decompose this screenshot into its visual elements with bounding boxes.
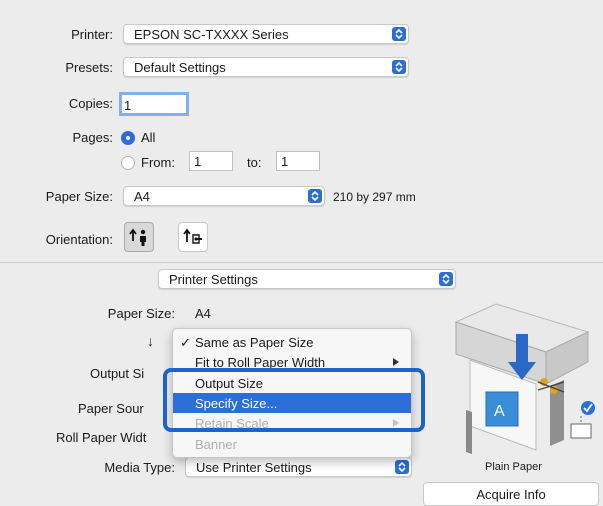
printer-value: EPSON SC-TXXXX Series bbox=[134, 27, 289, 42]
chevron-updown-icon bbox=[395, 460, 409, 474]
chevron-updown-icon bbox=[439, 272, 453, 286]
pages-from-field[interactable]: 1 bbox=[189, 151, 233, 171]
presets-value: Default Settings bbox=[134, 60, 226, 75]
copies-field[interactable]: 1 bbox=[119, 92, 189, 116]
presets-popup[interactable]: Default Settings bbox=[123, 57, 409, 77]
presets-label: Presets: bbox=[65, 60, 113, 75]
down-arrow-icon: ↓ bbox=[147, 333, 154, 349]
menu-item-label: Banner bbox=[195, 437, 237, 452]
portrait-orientation-button[interactable] bbox=[124, 222, 154, 252]
pages-all-radio[interactable] bbox=[121, 131, 135, 145]
pages-from-label: From: bbox=[141, 155, 175, 170]
section-divider bbox=[0, 262, 603, 263]
paper-size-popup[interactable]: A4 bbox=[123, 186, 325, 206]
printer-popup[interactable]: EPSON SC-TXXXX Series bbox=[123, 24, 409, 44]
chevron-updown-icon bbox=[308, 189, 322, 203]
settings-paper-size-value: A4 bbox=[195, 306, 211, 321]
menu-item-label: Same as Paper Size bbox=[195, 335, 314, 350]
acquire-info-button[interactable]: Acquire Info bbox=[423, 482, 599, 506]
svg-text:A: A bbox=[494, 403, 505, 420]
settings-paper-size-label: Paper Size: bbox=[107, 306, 175, 321]
highlight-callout-box bbox=[163, 368, 425, 432]
output-size-label: Output Si bbox=[90, 366, 145, 381]
printer-label: Printer: bbox=[71, 27, 113, 42]
paper-size-label: Paper Size: bbox=[45, 189, 113, 204]
pages-from-radio[interactable] bbox=[121, 156, 135, 170]
printer-preview-illustration: A bbox=[438, 300, 598, 460]
section-popup[interactable]: Printer Settings bbox=[158, 269, 456, 289]
menu-item-same-as-paper-size[interactable]: ✓ Same as Paper Size bbox=[173, 332, 411, 352]
checkmark-icon: ✓ bbox=[180, 335, 191, 350]
media-type-popup[interactable]: Use Printer Settings bbox=[185, 457, 412, 477]
section-popup-value: Printer Settings bbox=[169, 272, 258, 287]
landscape-orientation-button[interactable] bbox=[178, 222, 208, 252]
pages-to-label: to: bbox=[247, 155, 262, 170]
pages-all-label: All bbox=[141, 130, 156, 145]
paper-dimensions: 210 by 297 mm bbox=[333, 190, 416, 204]
landscape-icon bbox=[183, 228, 202, 244]
copies-label: Copies: bbox=[68, 96, 113, 111]
media-type-value: Use Printer Settings bbox=[196, 460, 312, 475]
chevron-updown-icon bbox=[392, 27, 406, 41]
menu-item-banner: Banner bbox=[173, 434, 411, 454]
media-type-label: Media Type: bbox=[104, 460, 175, 475]
paper-source-label: Paper Sour bbox=[78, 401, 144, 416]
pages-label: Pages: bbox=[72, 130, 113, 145]
orientation-label: Orientation: bbox=[45, 232, 113, 247]
roll-paper-width-label: Roll Paper Widt bbox=[56, 430, 147, 445]
submenu-arrow-icon bbox=[393, 358, 399, 366]
preview-caption: Plain Paper bbox=[485, 461, 542, 473]
pages-to-field[interactable]: 1 bbox=[276, 151, 320, 171]
portrait-icon bbox=[129, 228, 146, 246]
chevron-updown-icon bbox=[392, 60, 406, 74]
paper-size-value: A4 bbox=[134, 189, 150, 204]
